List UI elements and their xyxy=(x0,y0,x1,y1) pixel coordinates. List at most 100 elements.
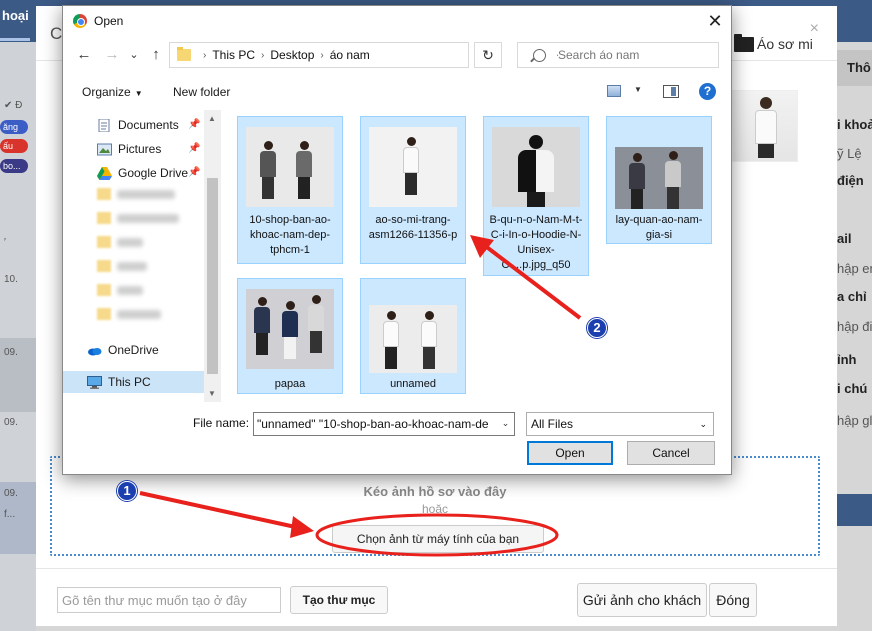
nav-item-label: Pictures xyxy=(118,142,162,156)
file-thumbnail xyxy=(246,289,334,369)
background-date: 10. xyxy=(4,274,18,285)
google-drive-icon xyxy=(97,166,112,180)
background-right-header: Thô xyxy=(837,50,872,86)
background-check-icon: ✔ Đ xyxy=(4,100,23,111)
file-type-select[interactable]: All Files ⌄ xyxy=(526,412,714,436)
file-name-input[interactable]: "unnamed" "10-shop-ban-ao-khoac-nam-de xyxy=(253,412,515,436)
breadcrumb-separator-icon: › xyxy=(203,49,207,61)
send-photos-button[interactable]: Gửi ảnh cho khách xyxy=(577,583,707,617)
pin-icon: 📌 xyxy=(188,167,201,178)
refresh-icon[interactable]: ↻ xyxy=(474,42,502,68)
search-input[interactable] xyxy=(558,48,718,62)
step-badge-2: 2 xyxy=(587,318,607,338)
view-dropdown-icon[interactable]: ▼ xyxy=(634,85,642,94)
breadcrumb-current-folder[interactable]: áo nam xyxy=(330,48,370,62)
file-item[interactable]: ao-so-mi-trang-asm1266-11356-p xyxy=(360,116,466,264)
background-right-label: ỹ Lệ xyxy=(837,146,862,161)
background-right-label: điện xyxy=(837,173,864,188)
background-tab-underline xyxy=(0,38,30,41)
background-right-placeholder: hập gl xyxy=(837,413,872,428)
current-folder[interactable]: Áo sơ mi xyxy=(734,33,813,52)
background-date: 09. xyxy=(4,347,18,358)
modal-title: C xyxy=(50,24,63,43)
new-folder-button[interactable]: New folder xyxy=(173,85,230,99)
cancel-button[interactable]: Cancel xyxy=(627,441,715,465)
background-label: f... xyxy=(4,509,16,520)
breadcrumb-separator-icon: › xyxy=(261,49,265,61)
file-name-row: File name: "unnamed" "10-shop-ban-ao-kho… xyxy=(63,410,731,436)
file-thumbnail xyxy=(369,127,457,207)
search-box[interactable] xyxy=(517,42,719,68)
create-folder-button[interactable]: Tạo thư mục xyxy=(290,586,388,614)
nav-item-documents[interactable]: Documents 📌 xyxy=(63,114,204,136)
recent-locations-chevron-icon[interactable]: ⌄ xyxy=(125,46,143,64)
file-item[interactable]: lay-quan-ao-nam-gia-si xyxy=(606,116,712,244)
open-button[interactable]: Open xyxy=(527,441,613,465)
file-name: unnamed xyxy=(390,378,436,390)
file-name: ao-so-mi-trang-asm1266-11356-p xyxy=(368,214,458,241)
onedrive-icon xyxy=(88,347,102,355)
breadcrumb-this-pc[interactable]: This PC xyxy=(212,48,255,62)
background-right-label: a chỉ xyxy=(837,289,867,304)
background-badge: ăng xyxy=(0,120,28,134)
uploaded-photo-thumbnail[interactable] xyxy=(732,90,798,162)
breadcrumb-desktop[interactable]: Desktop xyxy=(270,48,314,62)
up-arrow-icon[interactable]: ↑ xyxy=(147,46,165,64)
navigation-pane-scrollbar[interactable]: ▲ ▼ xyxy=(204,110,221,402)
file-type-value: All Files xyxy=(531,417,574,431)
nav-item-label: OneDrive xyxy=(108,343,159,357)
nav-item-pictures[interactable]: Pictures 📌 xyxy=(63,138,204,160)
view-options-icon[interactable] xyxy=(607,85,621,97)
background-left-column: ✔ Đ ăng ấu bo... ′ 10. 09. 09. 09. f... xyxy=(0,42,36,631)
nav-item-google-drive[interactable]: Google Drive 📌 xyxy=(63,162,204,184)
background-label: ′ xyxy=(4,237,6,248)
dialog-title: Open xyxy=(94,14,124,28)
file-thumbnail xyxy=(615,147,703,209)
dialog-toolbar: Organize ▼ New folder ▼ ? xyxy=(63,80,731,106)
background-date: 09. xyxy=(4,488,18,499)
file-name-dropdown-icon[interactable]: ⌄ xyxy=(496,412,515,436)
file-thumbnail xyxy=(369,305,457,373)
scroll-down-icon[interactable]: ▼ xyxy=(208,389,216,398)
file-item[interactable]: 10-shop-ban-ao-khoac-nam-dep-tphcm-1 xyxy=(237,116,343,264)
pictures-icon xyxy=(97,143,112,155)
folder-icon xyxy=(177,47,191,61)
dialog-navbar: ← → ⌄ ↑ › This PC › Desktop › áo nam ⌄ ↻ xyxy=(63,40,731,72)
open-file-dialog: Open ✕ ← → ⌄ ↑ › This PC › Desktop › áo … xyxy=(62,5,732,475)
file-list: 10-shop-ban-ao-khoac-nam-dep-tphcm-1 ao-… xyxy=(227,110,727,402)
address-bar[interactable]: › This PC › Desktop › áo nam ⌄ xyxy=(169,42,563,68)
file-item[interactable]: papaa xyxy=(237,278,343,394)
file-item[interactable]: B-qu-n-o-Nam-M-t-C-i-In-o-Hoodie-N-Unise… xyxy=(483,116,589,276)
choose-from-computer-button[interactable]: Chọn ảnh từ máy tính của bạn xyxy=(332,525,544,553)
background-right-bar xyxy=(837,494,872,526)
search-icon xyxy=(533,48,546,62)
close-modal-button[interactable]: Đóng xyxy=(709,583,757,617)
file-name: 10-shop-ban-ao-khoac-nam-dep-tphcm-1 xyxy=(249,214,331,256)
current-folder-name: Áo sơ mi xyxy=(757,36,813,52)
pin-icon: 📌 xyxy=(188,143,201,154)
file-item[interactable]: unnamed xyxy=(360,278,466,394)
nav-item-this-pc[interactable]: This PC xyxy=(63,371,204,393)
preview-pane-icon[interactable] xyxy=(663,85,679,98)
forward-arrow-icon[interactable]: → xyxy=(103,46,121,64)
file-thumbnail xyxy=(246,127,334,207)
background-right-panel: Thô i khoả ỹ Lệ điện ail hập em a chỉ hậ… xyxy=(837,42,872,631)
dropzone-hint: Kéo ảnh hồ sơ vào đây xyxy=(363,484,507,499)
help-icon[interactable]: ? xyxy=(699,83,716,100)
dropzone-or: hoặc xyxy=(421,502,449,516)
organize-menu[interactable]: Organize ▼ xyxy=(82,85,143,99)
dialog-titlebar[interactable]: Open ✕ xyxy=(63,6,731,36)
back-arrow-icon[interactable]: ← xyxy=(75,46,93,64)
file-name: lay-quan-ao-nam-gia-si xyxy=(615,214,703,241)
scroll-up-icon[interactable]: ▲ xyxy=(208,114,216,123)
background-tab[interactable]: hoại xyxy=(0,8,29,23)
file-name-label: File name: xyxy=(193,416,250,430)
dialog-close-icon[interactable]: ✕ xyxy=(704,10,726,32)
person-image xyxy=(755,97,777,159)
new-folder-name-input[interactable] xyxy=(57,587,281,613)
breadcrumb-separator-icon: › xyxy=(320,49,324,61)
this-pc-icon xyxy=(87,375,102,389)
scrollbar-thumb[interactable] xyxy=(207,178,218,374)
nav-item-onedrive[interactable]: OneDrive xyxy=(63,339,204,361)
background-date: 09. xyxy=(4,417,18,428)
